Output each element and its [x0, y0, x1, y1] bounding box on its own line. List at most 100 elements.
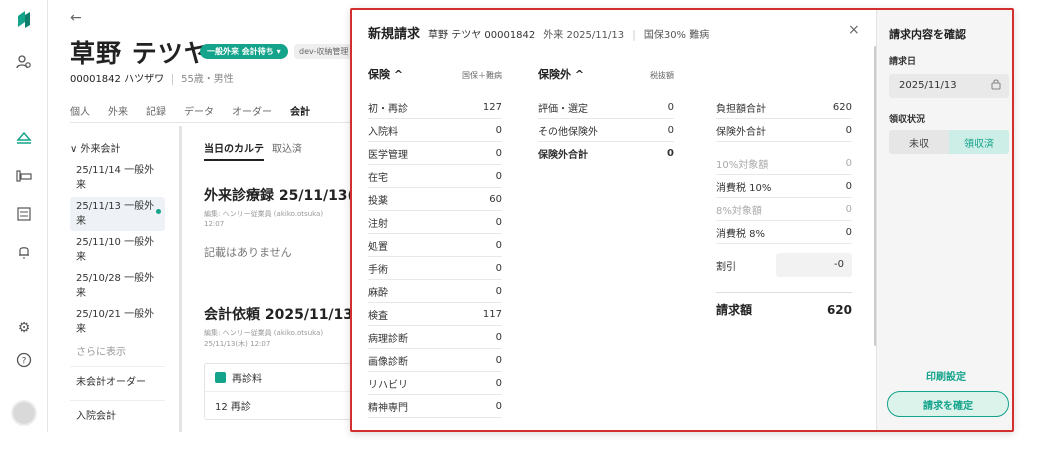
row-value: 0: [845, 124, 852, 136]
unbilled-orders-link[interactable]: 未会計オーダー: [70, 366, 165, 394]
confirm-invoice-button[interactable]: 請求を確定: [887, 391, 1009, 417]
patients-icon[interactable]: [14, 52, 34, 72]
uninsured-total-label: 保険外合計: [538, 150, 588, 161]
uninsured-header: 保険外 ^ 税抜額: [538, 66, 674, 96]
row-label: 消費税 8%: [716, 228, 766, 240]
tab-records[interactable]: 記録: [146, 103, 166, 118]
discount-row: 割引 -0: [716, 250, 852, 280]
row-label: 注射: [368, 218, 388, 230]
close-icon[interactable]: ×: [848, 22, 860, 38]
table-row: その他保険外 0: [538, 119, 674, 142]
list-item[interactable]: 25/11/14 一般外来: [70, 161, 165, 195]
tab-imported[interactable]: 取込済: [272, 144, 302, 155]
patient-info: 00001842 ハツザワ 55歳・男性: [70, 70, 234, 85]
logo-icon[interactable]: [14, 10, 34, 30]
gear-icon[interactable]: ⚙: [14, 318, 34, 338]
avatar[interactable]: [11, 400, 37, 426]
row-label: 評価・選定: [538, 103, 588, 115]
list-item-label: 25/11/13 一般外来: [76, 201, 155, 227]
insured-col-label: 国保＋難病: [462, 71, 502, 80]
list-item[interactable]: 25/10/21 一般外来: [70, 305, 165, 339]
row-label: 8%対象額: [716, 205, 762, 217]
table-row: 精神専門 0: [368, 395, 502, 418]
list-icon[interactable]: [14, 204, 34, 224]
bed-icon[interactable]: [14, 166, 34, 186]
discount-input[interactable]: -0: [776, 253, 852, 277]
receipt-status-toggle: 未収 領収済: [889, 130, 1009, 154]
table-row: 10%対象額 0: [716, 152, 852, 175]
table-row: 入院料 0: [368, 119, 502, 142]
patient-age-sex: 55歳・男性: [172, 74, 234, 85]
row-value: 0: [495, 400, 502, 412]
modal-insurance: 国保30% 難病: [643, 30, 710, 41]
table-row: 検査 117: [368, 303, 502, 326]
modal-title: 新規請求: [368, 27, 421, 42]
row-value: 0: [495, 170, 502, 182]
tab-personal[interactable]: 個人: [70, 103, 90, 118]
table-row: 8%対象額 0: [716, 198, 852, 221]
summary-column: 負担額合計 620 保険外合計 0 10%対象額 0 消費税 10% 0 8%対象額 0 消費税 …: [716, 96, 852, 322]
row-value: 0: [495, 147, 502, 159]
row-value: 0: [845, 226, 852, 238]
billing-request-meta: 編集: ヘンリー従業員 (akiko.otsuka): [204, 329, 324, 337]
row-label: 処置: [368, 241, 388, 253]
row-label: 手術: [368, 264, 388, 276]
tab-data[interactable]: データ: [184, 103, 214, 118]
bell-icon[interactable]: [14, 242, 34, 262]
card-header: 再診料: [205, 364, 363, 392]
record-subtabs: 当日のカルテ 取込済: [204, 140, 354, 161]
paid-option[interactable]: 領収済: [949, 130, 1009, 154]
insured-column: 保険 ^ 国保＋難病 初・再診 127 入院料 0 医学管理 0 在宅 0 投薬 60 注射 0 処置 0…: [368, 66, 502, 418]
row-label: 初・再診: [368, 103, 408, 115]
row-value: 0: [495, 331, 502, 343]
invoice-total-value: 620: [826, 302, 852, 317]
fee-icon: [215, 372, 226, 383]
insured-rows: 初・再診 127 入院料 0 医学管理 0 在宅 0 投薬 60 注射 0 処置 0 手術 0 麻酔 0 検査 117…: [368, 96, 502, 418]
table-row: 在宅 0: [368, 165, 502, 188]
card-header-label: 再診料: [232, 374, 262, 385]
tax-rows: 10%対象額 0 消費税 10% 0 8%対象額 0 消費税 8% 0: [716, 152, 852, 244]
tab-orders[interactable]: オーダー: [232, 103, 272, 118]
modal-patient: 草野 テツヤ 00001842: [428, 30, 536, 41]
table-row: 注射 0: [368, 211, 502, 234]
billing-icon[interactable]: [14, 128, 34, 148]
list-item[interactable]: 25/10/28 一般外来: [70, 269, 165, 303]
patient-id: 00001842 ハツザワ: [70, 74, 165, 85]
status-badge[interactable]: 一般外来 会計待ち ▾: [200, 44, 288, 59]
invoice-total-label: 請求額: [716, 303, 753, 317]
list-item[interactable]: 25/11/10 一般外来: [70, 233, 165, 267]
row-label: 病理診断: [368, 333, 408, 345]
table-row: 画像診断 0: [368, 349, 502, 372]
row-label: 消費税 10%: [716, 182, 772, 194]
modal-visit: 外来 2025/11/13: [543, 30, 625, 41]
tab-billing[interactable]: 会計: [290, 103, 310, 118]
table-row: 初・再診 127: [368, 96, 502, 119]
row-value: 0: [845, 157, 852, 169]
outpatient-billing-header[interactable]: ∨ 外来会計: [70, 140, 165, 155]
inpatient-billing-link[interactable]: 入院会計: [70, 400, 165, 428]
row-label: その他保険外: [538, 126, 598, 138]
insured-toggle[interactable]: 保険 ^: [368, 66, 403, 82]
uninsured-total-row: 保険外合計 0: [538, 142, 674, 165]
unpaid-option[interactable]: 未収: [889, 130, 949, 154]
row-label: 検査: [368, 310, 388, 322]
tab-today-record[interactable]: 当日のカルテ: [204, 144, 264, 161]
uninsured-toggle[interactable]: 保険外 ^: [538, 66, 584, 82]
discount-label: 割引: [716, 261, 736, 273]
summary-spacer: [716, 142, 852, 152]
record-panel: 当日のカルテ 取込済 外来診療録 25/11/13(木 編集: ヘンリー従業員 (…: [204, 140, 373, 420]
print-settings-link[interactable]: 印刷設定: [877, 368, 1012, 383]
help-icon[interactable]: ?: [14, 350, 34, 370]
record-empty: 記載はありません: [204, 246, 292, 259]
billing-date-value: 2025/11/13: [899, 80, 957, 91]
unbilled-dot: [156, 209, 161, 214]
back-arrow-icon[interactable]: ←: [70, 10, 82, 26]
show-more-link[interactable]: さらに表示: [70, 341, 165, 360]
tab-outpatient[interactable]: 外来: [108, 103, 128, 118]
table-row: 投薬 60: [368, 188, 502, 211]
list-item-selected[interactable]: 25/11/13 一般外来: [70, 197, 165, 231]
row-value: 620: [832, 101, 852, 113]
billing-sidebar: ∨ 外来会計 25/11/14 一般外来 25/11/13 一般外来 25/11…: [70, 132, 165, 428]
app-rail: ⚙ ?: [0, 0, 48, 432]
svg-text:?: ?: [22, 357, 27, 367]
